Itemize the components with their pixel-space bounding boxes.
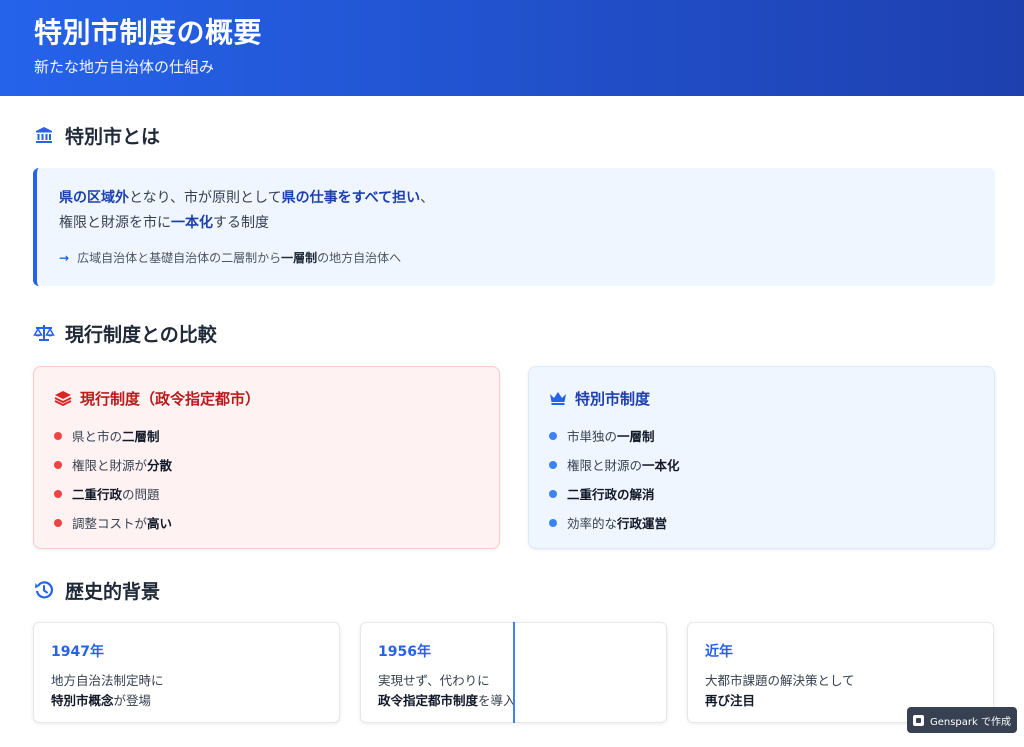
section-compare-heading: 現行制度との比較: [33, 318, 217, 348]
special-city-list: 市単独の一層制 権限と財源の一本化 二重行政の解消 効率的な行政運営: [549, 421, 974, 537]
comparison-item: 県と市の二層制: [54, 421, 479, 450]
emphasis-text: 再び注目: [705, 693, 756, 708]
definition-line-1: 県の区域外となり、市が原則として県の仕事をすべて担い、: [59, 186, 973, 211]
text-segment: 効率的な: [567, 516, 618, 531]
text-segment: 地方自治法制定時に: [51, 673, 164, 688]
emphasis-text: 特別市概念: [51, 693, 114, 708]
text-segment: 権限と財源を市に: [59, 215, 171, 231]
comparison-item: 市単独の一層制: [549, 421, 974, 450]
section-about-title: 特別市とは: [65, 125, 161, 148]
special-city-card: 特別市制度 市単独の一層制 権限と財源の一本化 二重行政の解消 効率的な行政運営: [528, 366, 995, 549]
comparison-item-text: 市単独の一層制: [567, 426, 655, 445]
timeline-divider: [513, 622, 515, 723]
bullet-dot-icon: [549, 518, 557, 527]
emphasis-text: 二重行政の解消: [567, 487, 655, 502]
definition-line-2: 権限と財源を市に一本化する制度: [59, 211, 973, 236]
bullet-dot-icon: [54, 518, 62, 527]
current-system-list: 県と市の二層制 権限と財源が分散 二重行政の問題 調整コストが高い: [54, 421, 479, 537]
emphasis-text: 分散: [147, 458, 173, 473]
landmark-icon: [33, 124, 55, 146]
definition-box: 県の区域外となり、市が原則として県の仕事をすべて担い、 権限と財源を市に一本化す…: [33, 168, 995, 286]
page-subtitle: 新たな地方自治体の仕組み: [34, 58, 215, 76]
text-segment: の地方自治体へ: [317, 251, 402, 265]
history-year: 近年: [705, 644, 733, 660]
definition-note-text: 広域自治体と基礎自治体の二層制から一層制の地方自治体へ: [77, 249, 401, 266]
bullet-dot-icon: [549, 489, 557, 498]
history-card-1947: 1947年 地方自治法制定時に 特別市概念が登場: [33, 622, 340, 723]
layers-icon: [54, 389, 72, 407]
section-history-title: 歴史的背景: [65, 580, 161, 603]
emphasis-text: 一本化: [171, 215, 213, 231]
emphasis-text: 政令指定都市制度: [378, 693, 479, 708]
bullet-dot-icon: [549, 431, 557, 440]
comparison-item: 二重行政の解消: [549, 479, 974, 508]
emphasis-text: 行政運営: [617, 516, 668, 531]
emphasis-text: 二層制: [122, 429, 160, 444]
comparison-item-text: 二重行政の解消: [567, 484, 655, 503]
text-segment: 実現せず、代わりに: [378, 673, 490, 688]
text-segment: 広域自治体と基礎自治体の二層制から: [77, 251, 282, 265]
comparison-item: 権限と財源の一本化: [549, 450, 974, 479]
text-segment: 権限と財源が: [72, 458, 148, 473]
text-segment: 市単独の: [567, 429, 618, 444]
special-city-header: 特別市制度: [549, 387, 974, 409]
history-text-line2: 特別市概念が登場: [51, 691, 322, 711]
definition-note: → 広域自治体と基礎自治体の二層制から一層制の地方自治体へ: [59, 249, 973, 266]
history-year: 1947年: [51, 644, 104, 660]
emphasis-text: 一層制: [281, 251, 318, 265]
emphasis-text: 一本化: [642, 458, 680, 473]
current-system-card: 現行制度（政令指定都市） 県と市の二層制 権限と財源が分散 二重行政の問題 調整コスト…: [33, 366, 500, 549]
bullet-dot-icon: [54, 431, 62, 440]
emphasis-text: 県の区域外: [59, 190, 129, 206]
genspark-badge[interactable]: Genspark で作成: [907, 707, 1017, 733]
section-history-heading: 歴史的背景: [33, 575, 160, 605]
comparison-item: 調整コストが高い: [54, 508, 479, 537]
history-text-line1: 地方自治法制定時に: [51, 671, 322, 691]
current-system-header: 現行制度（政令指定都市）: [54, 387, 479, 409]
emphasis-text: 高い: [147, 516, 173, 531]
comparison-item: 権限と財源が分散: [54, 450, 479, 479]
comparison-item-text: 県と市の二層制: [72, 426, 160, 445]
history-icon: [33, 579, 55, 601]
current-system-title: 現行制度（政令指定都市）: [80, 389, 261, 408]
genspark-badge-label: Genspark で作成: [929, 716, 1011, 728]
bullet-dot-icon: [54, 460, 62, 469]
text-segment: 権限と財源の: [567, 458, 643, 473]
section-about-heading: 特別市とは: [33, 120, 160, 150]
comparison-item-text: 二重行政の問題: [72, 484, 160, 503]
text-segment: 大都市課題の解決策として: [705, 673, 855, 688]
crown-icon: [549, 389, 567, 407]
text-segment: を導入: [478, 693, 516, 708]
emphasis-text: 一層制: [617, 429, 655, 444]
comparison-item: 二重行政の問題: [54, 479, 479, 508]
page-header: 特別市制度の概要 新たな地方自治体の仕組み: [0, 0, 1024, 96]
arrow-right-icon: →: [59, 250, 70, 265]
text-segment: 、: [420, 190, 435, 206]
bullet-dot-icon: [549, 460, 557, 469]
emphasis-text: 県の仕事をすべて担い: [281, 190, 421, 206]
bullet-dot-icon: [54, 489, 62, 498]
text-segment: 調整コストが: [72, 516, 148, 531]
comparison-item-text: 調整コストが高い: [72, 513, 172, 532]
text-segment: 県と市の: [72, 429, 123, 444]
special-city-title: 特別市制度: [575, 389, 651, 408]
text-segment: する制度: [213, 215, 269, 231]
page-title: 特別市制度の概要: [34, 16, 263, 49]
text-segment: の問題: [122, 487, 160, 502]
comparison-item: 効率的な行政運営: [549, 508, 974, 537]
section-compare-title: 現行制度との比較: [65, 323, 217, 346]
emphasis-text: 二重行政: [72, 487, 123, 502]
comparison-item-text: 効率的な行政運営: [567, 513, 667, 532]
text-segment: となり、市が原則として: [129, 190, 282, 206]
history-text-line1: 大都市課題の解決策として: [705, 671, 976, 691]
genspark-logo-icon: [912, 714, 924, 726]
comparison-item-text: 権限と財源が分散: [72, 455, 172, 474]
text-segment: が登場: [113, 693, 152, 708]
scale-icon: [33, 322, 55, 344]
comparison-item-text: 権限と財源の一本化: [567, 455, 680, 474]
